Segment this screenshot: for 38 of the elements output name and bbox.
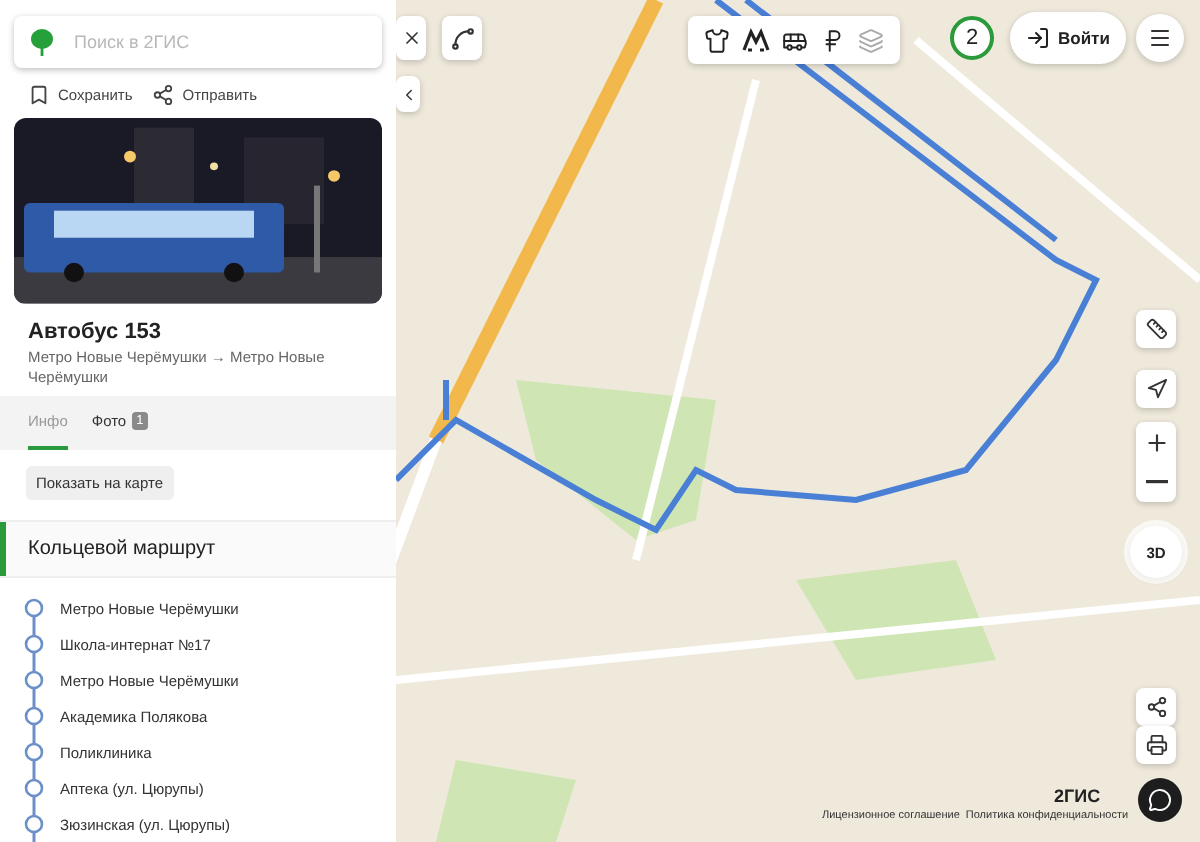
search-field[interactable]: Поиск в 2ГИС xyxy=(14,16,382,68)
navigation-arrow-icon xyxy=(1145,378,1167,400)
login-icon xyxy=(1026,26,1050,50)
stop-marker-icon xyxy=(24,734,44,770)
share-icon xyxy=(1145,696,1167,718)
close-button[interactable] xyxy=(396,16,426,60)
layers-icon xyxy=(858,27,884,53)
menu-icon xyxy=(1148,26,1172,50)
tree-icon xyxy=(30,28,54,56)
stop-marker-icon xyxy=(24,662,44,698)
login-button[interactable]: Войти xyxy=(1010,12,1126,64)
ruler-icon xyxy=(1145,318,1167,340)
shirt-icon xyxy=(704,27,730,53)
locate-button[interactable] xyxy=(1136,370,1176,408)
ruble-icon xyxy=(820,27,846,53)
share-button[interactable] xyxy=(1136,688,1176,726)
metro-button[interactable] xyxy=(742,26,770,54)
collapse-button[interactable] xyxy=(396,76,420,112)
plus-icon xyxy=(1143,429,1169,455)
ruble-button[interactable] xyxy=(820,27,846,53)
minus-icon xyxy=(1145,480,1167,484)
metro-icon xyxy=(742,26,770,54)
stop-marker-icon xyxy=(24,698,44,734)
stop-marker-icon xyxy=(24,770,44,806)
chat-icon xyxy=(1148,788,1172,812)
share-icon xyxy=(152,84,175,106)
printer-icon xyxy=(1145,734,1167,756)
print-button[interactable] xyxy=(1136,726,1176,764)
ruler-button[interactable] xyxy=(1136,310,1176,348)
route-icon xyxy=(449,25,475,51)
shirt-button[interactable] xyxy=(704,27,730,53)
section-title: Кольцевой маршрут xyxy=(26,537,216,560)
close-icon xyxy=(401,28,421,48)
bookmark-icon xyxy=(28,84,50,106)
route-button[interactable] xyxy=(442,16,482,60)
route-title: Автобус 153 xyxy=(26,317,164,348)
stop-marker-icon xyxy=(24,626,44,662)
logo: 2ГИС xyxy=(1054,786,1101,806)
